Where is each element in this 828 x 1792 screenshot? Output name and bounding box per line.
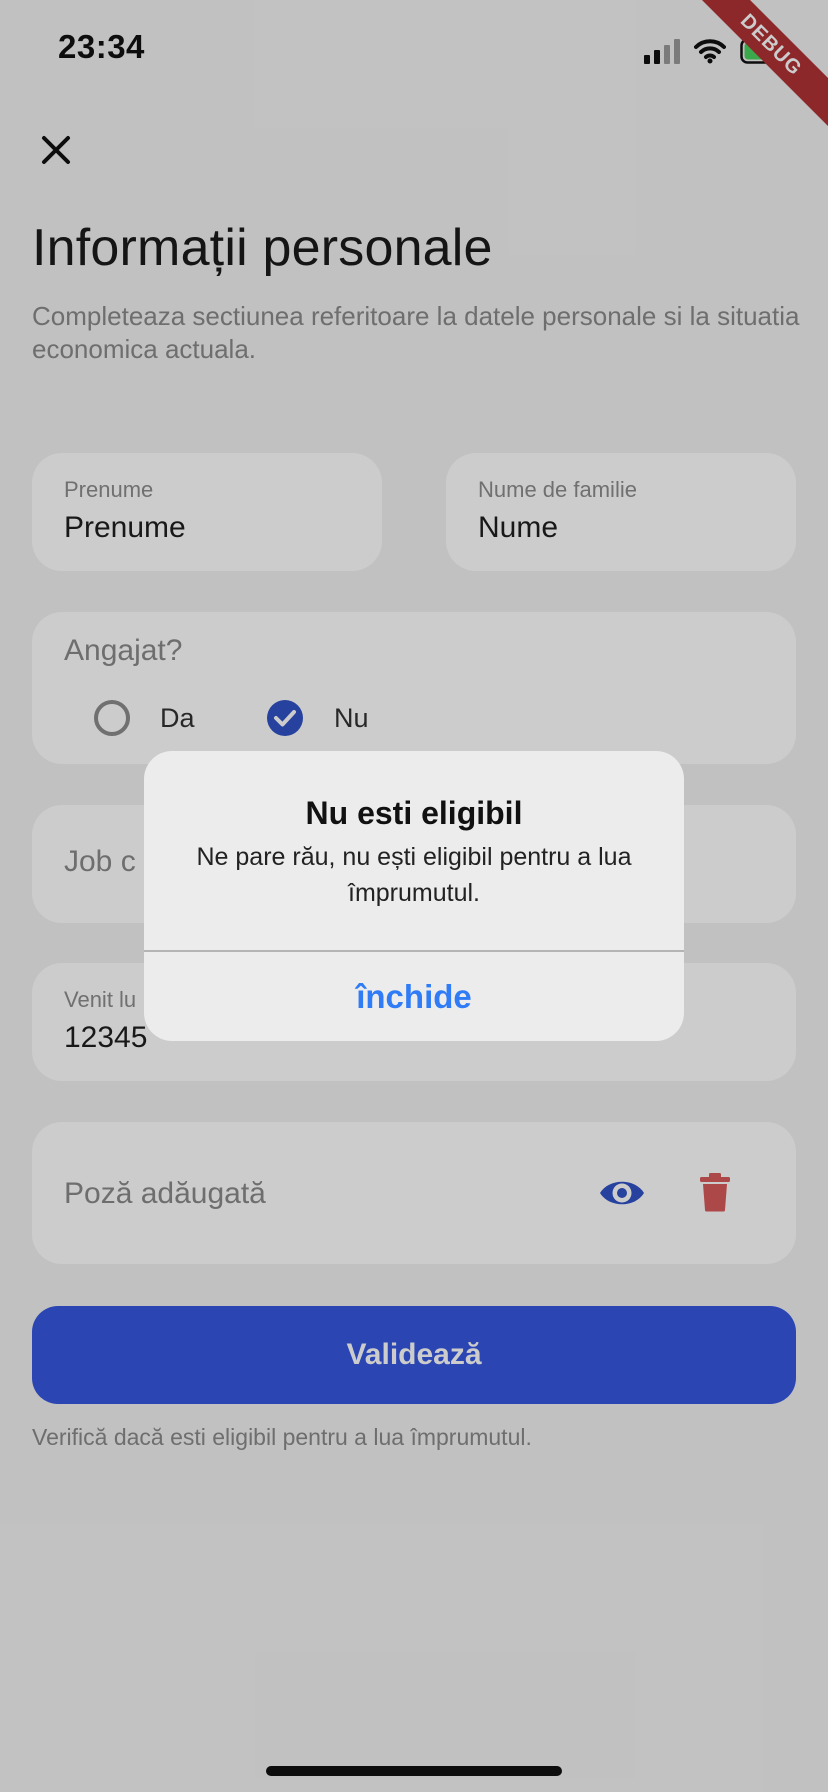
dialog-message: Ne pare rău, nu ești eligibil pentru a l… [196,843,632,907]
screen: 23:34 DEBUG Informații personale Complet… [0,0,828,1792]
alert-dialog: Nu esti eligibil Ne pare rău, nu ești el… [144,751,684,1041]
dialog-title: Nu esti eligibil [305,795,523,831]
dialog-close-button[interactable]: închide [144,952,684,1041]
